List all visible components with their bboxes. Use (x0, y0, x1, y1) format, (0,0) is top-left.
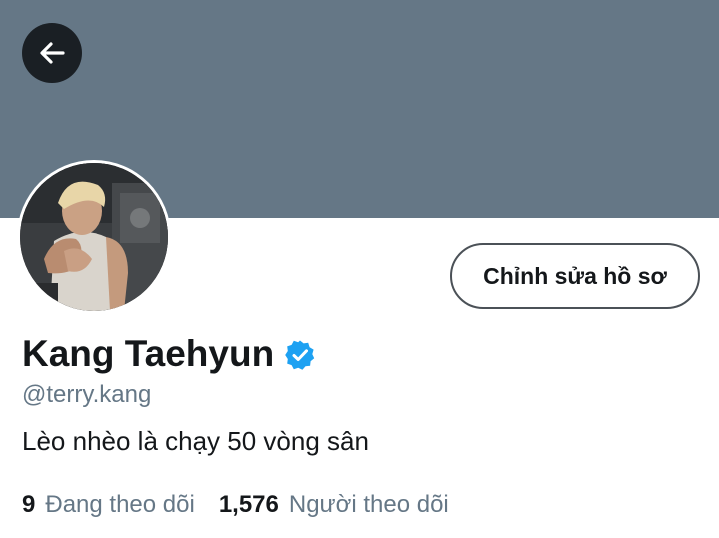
edit-profile-label: Chỉnh sửa hồ sơ (483, 262, 667, 289)
avatar-photo (20, 163, 168, 311)
follow-stats: 9 Đang theo dõi 1,576 Người theo dõi (22, 491, 449, 519)
arrow-left-icon (36, 37, 68, 69)
edit-profile-button[interactable]: Chỉnh sửa hồ sơ (450, 243, 700, 309)
profile-screen: Chỉnh sửa hồ sơ Kang Taehyun @terry.kang… (0, 0, 719, 538)
followers-count: 1,576 (218, 491, 279, 518)
profile-handle: @terry.kang (22, 381, 152, 408)
followers-label: Người theo dõi (288, 491, 449, 518)
display-name: Kang Taehyun (22, 333, 316, 375)
following-label: Đang theo dõi (45, 491, 195, 518)
back-button[interactable] (22, 23, 82, 83)
following-stat[interactable]: 9 Đang theo dõi (22, 491, 195, 519)
followers-stat[interactable]: 1,576 Người theo dõi (219, 491, 449, 519)
display-name-text: Kang Taehyun (22, 333, 275, 374)
avatar[interactable] (17, 160, 171, 314)
following-count: 9 (22, 491, 36, 518)
profile-bio: Lèo nhèo là chạy 50 vòng sân (22, 426, 369, 456)
verified-badge-icon (284, 338, 316, 370)
